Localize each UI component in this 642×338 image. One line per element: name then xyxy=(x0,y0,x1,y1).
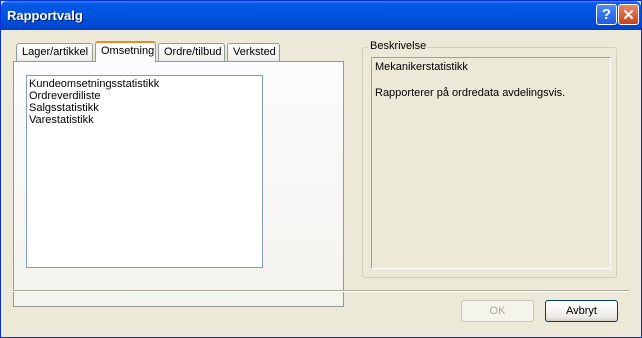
help-button[interactable]: ? xyxy=(596,4,617,25)
tab-label: Omsetning xyxy=(101,45,155,57)
description-legend: Beskrivelse xyxy=(368,40,429,52)
ok-button-label: OK xyxy=(489,305,506,317)
window-title: Rapportvalg xyxy=(7,8,83,23)
cancel-button[interactable]: Avbryt xyxy=(545,300,618,322)
cancel-button-label: Avbryt xyxy=(566,305,597,317)
close-button[interactable]: ✕ xyxy=(618,4,639,25)
tab-verksted[interactable]: Verksted xyxy=(227,43,280,61)
dialog-client-area: Lager/artikkel Omsetning Ordre/tilbud Ve… xyxy=(4,30,638,335)
tab-label: Lager/artikkel xyxy=(22,46,89,58)
close-icon: ✕ xyxy=(622,6,635,24)
report-list[interactable]: Kundeomsetningsstatistikk Ordreverdilist… xyxy=(26,75,263,268)
description-title: Mekanikerstatistikk xyxy=(375,61,468,73)
button-separator xyxy=(13,290,629,292)
title-bar[interactable]: Rapportvalg ? ✕ xyxy=(1,1,641,30)
help-icon: ? xyxy=(601,6,612,23)
tab-omsetning[interactable]: Omsetning xyxy=(95,41,156,62)
list-item[interactable]: Ordreverdiliste xyxy=(28,90,261,102)
tab-label: Verksted xyxy=(233,46,276,58)
tab-lager-artikkel[interactable]: Lager/artikkel xyxy=(16,43,93,61)
ok-button[interactable]: OK xyxy=(461,300,534,322)
list-item[interactable]: Salgsstatistikk xyxy=(28,102,261,114)
description-box: Mekanikerstatistikk Rapporterer på ordre… xyxy=(371,57,611,269)
tab-ordre-tilbud[interactable]: Ordre/tilbud xyxy=(158,43,225,61)
tab-panel-omsetning: Kundeomsetningsstatistikk Ordreverdilist… xyxy=(13,61,344,307)
tab-label: Ordre/tilbud xyxy=(164,46,222,58)
list-item[interactable]: Varestatistikk xyxy=(28,114,261,126)
description-text: Rapporterer på ordredata avdelingsvis. xyxy=(375,87,566,99)
list-item[interactable]: Kundeomsetningsstatistikk xyxy=(28,78,261,90)
dialog-window: Rapportvalg ? ✕ Lager/artikkel Omsetning… xyxy=(0,0,642,338)
